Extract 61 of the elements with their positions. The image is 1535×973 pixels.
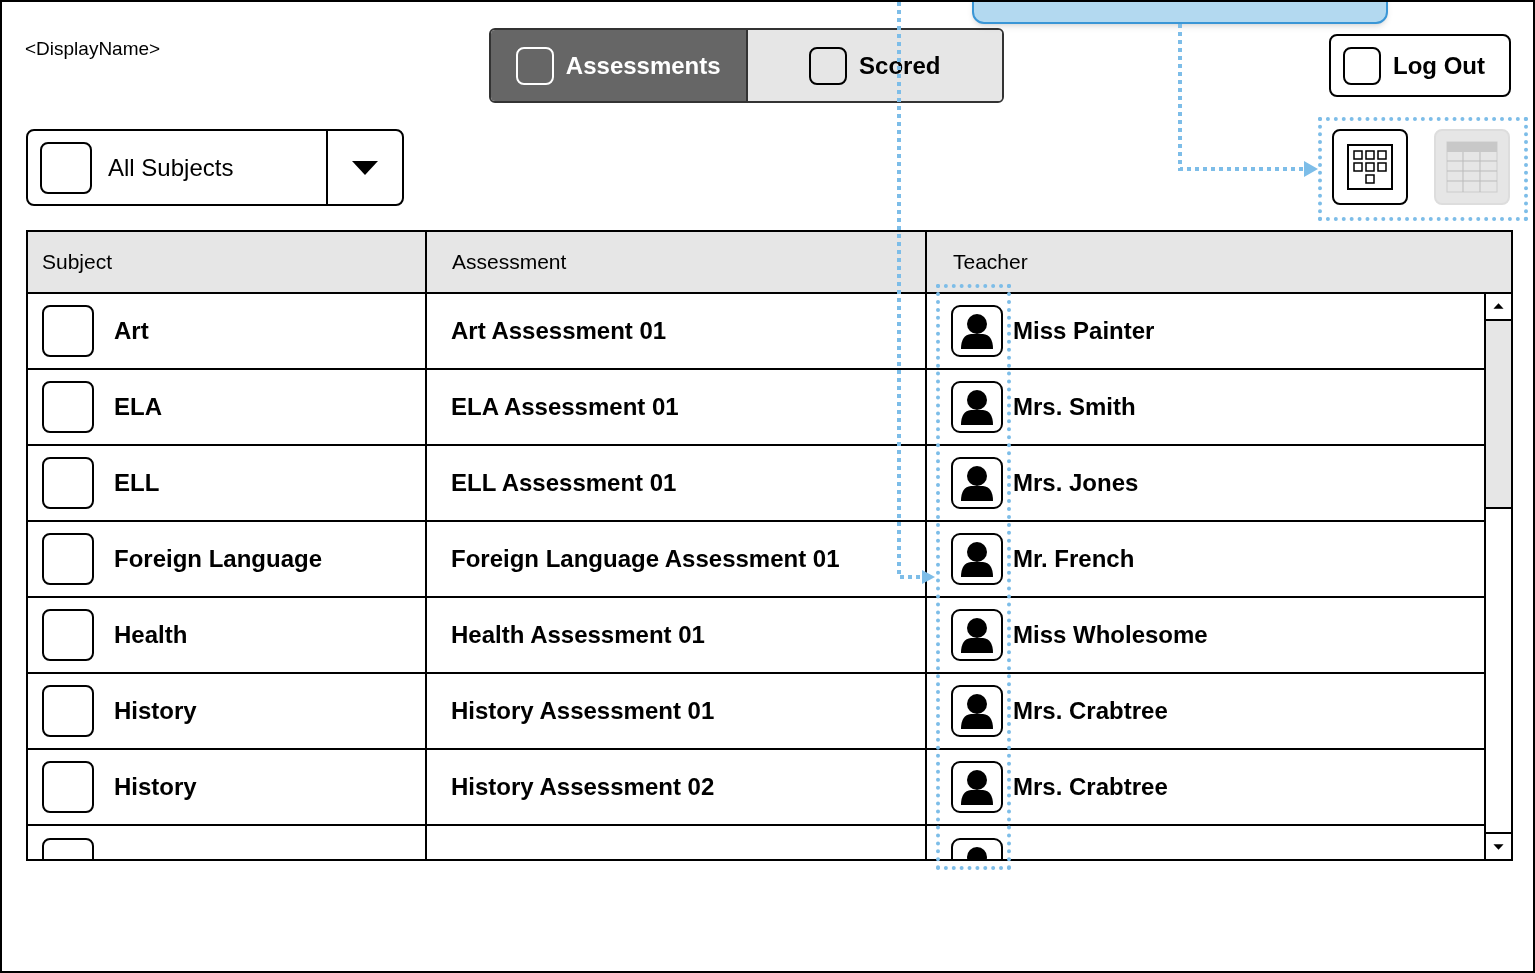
column-header: Subject xyxy=(28,232,427,292)
subject-dropdown[interactable]: All Subjects xyxy=(26,129,404,206)
teacher-cell-text: Mrs. Smith xyxy=(1013,392,1136,422)
dropdown-value: All Subjects xyxy=(108,152,234,183)
table-row[interactable]: History History Assessment 01 Mrs. Crabtree xyxy=(28,674,1484,750)
caret-icon xyxy=(352,160,378,175)
table-row[interactable]: ELA ELA Assessment 01 Mrs. Smith xyxy=(28,370,1484,446)
subject-cell-text: ELA xyxy=(114,392,162,422)
subject-cell-text: History xyxy=(114,772,197,802)
person-icon xyxy=(951,305,1003,357)
table-row[interactable]: Art Art Assessment 01 Miss Painter xyxy=(28,294,1484,370)
tab-icon xyxy=(515,46,554,85)
subject-icon xyxy=(42,685,94,737)
tab-icon xyxy=(809,46,848,85)
teacher-cell-text: Mrs. Jones xyxy=(1013,468,1139,498)
subject-cell-text: History xyxy=(114,696,197,726)
subject-icon xyxy=(42,457,94,509)
subject-icon xyxy=(42,609,94,661)
subject-icon xyxy=(40,141,92,194)
teacher-cell-text: Mrs. Crabtree xyxy=(1013,696,1168,726)
table-row[interactable]: Health Health Assessment 01 Miss Wholesome xyxy=(28,598,1484,674)
subject-icon xyxy=(42,305,94,357)
scrollbar-thumb[interactable] xyxy=(1486,321,1511,509)
subject-cell-text: Health xyxy=(114,620,188,650)
subject-cell-text: Foreign Language xyxy=(114,544,322,574)
assessment-cell-text: History Assessment 02 xyxy=(451,772,715,802)
person-icon xyxy=(951,457,1003,509)
column-header: Assessment xyxy=(427,232,927,292)
tab[interactable]: Scored xyxy=(745,30,1002,101)
table-view-icon xyxy=(1446,141,1498,193)
person-icon xyxy=(951,761,1003,813)
table-row[interactable]: Foreign Language Foreign Language Assessment 01 Mr. French xyxy=(28,522,1484,598)
table-row[interactable]: ELL ELL Assessment 01 Mrs. Jones xyxy=(28,446,1484,522)
table-row[interactable]: History History Assessment 02 Mrs. Crabtree xyxy=(28,750,1484,826)
grid-view-icon xyxy=(1346,143,1394,191)
tab[interactable]: Assessments xyxy=(491,30,746,101)
subject-icon xyxy=(42,761,94,813)
assessment-cell-text: Art Assessment 01 xyxy=(451,316,667,346)
subject-cell-text: Art xyxy=(114,316,149,346)
teacher-cell-text: Miss Painter xyxy=(1013,316,1155,346)
person-icon xyxy=(951,609,1003,661)
assessment-cell-text: Foreign Language Assessment 01 xyxy=(451,544,840,574)
subject-icon xyxy=(42,533,94,585)
assessment-cell-text: Health Assessment 01 xyxy=(451,620,705,650)
person-icon xyxy=(951,685,1003,737)
log-out-button[interactable]: Log Out xyxy=(1329,34,1511,97)
assessment-cell-text: History Assessment 01 xyxy=(451,696,715,726)
display-name: <DisplayName> xyxy=(24,37,162,61)
teacher-cell-text: Miss Wholesome xyxy=(1013,620,1208,650)
log-out-icon xyxy=(1343,46,1381,85)
scrollbar[interactable] xyxy=(1484,294,1511,859)
subject-cell-text: ELL xyxy=(114,468,160,498)
teacher-cell-text: Mr. French xyxy=(1013,544,1135,574)
assessment-cell-text: ELL Assessment 01 xyxy=(451,468,677,498)
subject-icon xyxy=(42,381,94,433)
view-toggle[interactable] xyxy=(1332,129,1408,205)
column-header: Teacher xyxy=(952,249,1029,276)
person-icon xyxy=(951,381,1003,433)
teacher-cell-text: Mrs. Crabtree xyxy=(1013,772,1168,802)
assessment-cell-text: ELA Assessment 01 xyxy=(451,392,679,422)
person-icon xyxy=(951,533,1003,585)
